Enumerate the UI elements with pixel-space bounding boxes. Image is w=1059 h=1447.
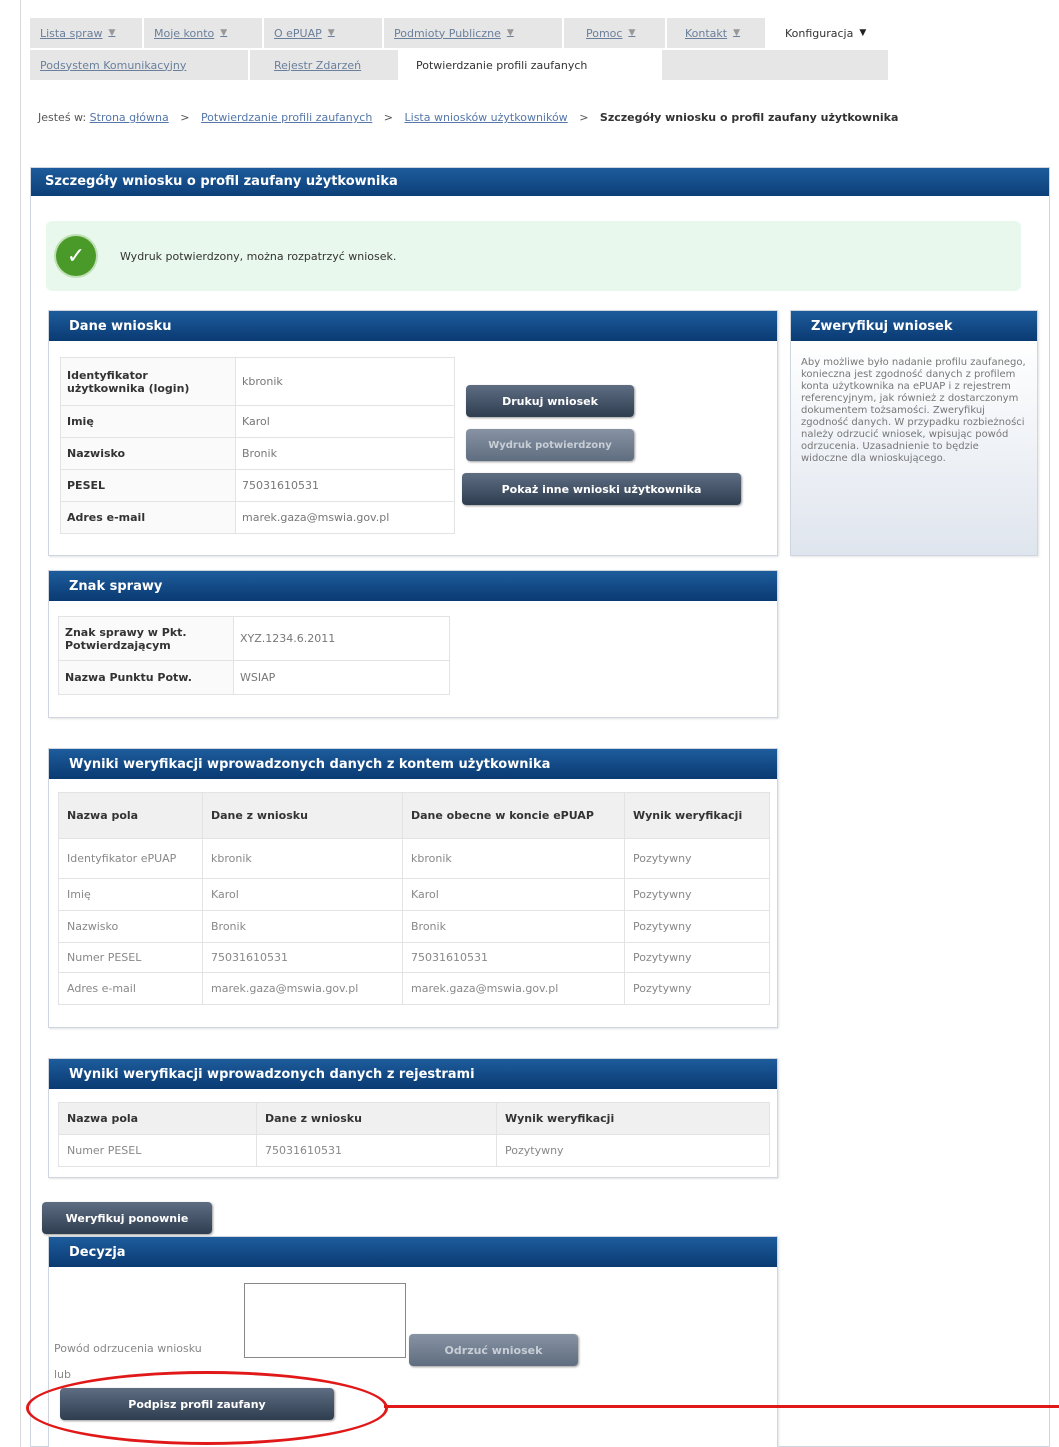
success-alert: ✓ Wydruk potwierdzony, można rozpatrzyć …: [46, 221, 1021, 291]
breadcrumb-link-lista-wnioskow[interactable]: Lista wniosków użytkowników: [405, 111, 568, 124]
table-header-row: Nazwa pola Dane z wniosku Wynik weryfika…: [58, 1102, 770, 1135]
subnav-tab-rejestr[interactable]: Rejestr Zdarzeń: [250, 50, 400, 80]
table-row: Nazwa Punktu Potw. WSIAP: [58, 660, 450, 695]
table-row: PESEL 75031610531: [60, 469, 455, 502]
breadcrumb-current: Szczegóły wniosku o profil zaufany użytk…: [599, 111, 899, 124]
znak-sprawy-panel: Znak sprawy Znak sprawy w Pkt. Potwierdz…: [48, 570, 778, 718]
table-row: Identyfikator ePUAP kbronik kbronik Pozytyw…: [58, 838, 770, 879]
decision-title: Decyzja: [49, 1237, 777, 1267]
nav-tab-lista-spraw[interactable]: Lista spraw ▼: [30, 18, 144, 48]
dane-wniosku-panel: Dane wniosku Identyfikator użytkownika (…: [48, 310, 778, 556]
nav-tab-kontakt[interactable]: Kontakt ▼: [667, 18, 767, 48]
sub-nav: Podsystem Komunikacyjny Rejestr Zdarzeń …: [30, 50, 890, 80]
print-request-button[interactable]: Drukuj wniosek: [466, 385, 634, 417]
table-row: Imię Karol Karol Pozytywny: [58, 878, 770, 911]
subnav-filler: [662, 50, 890, 80]
table-row: Nazwisko Bronik Bronik Pozytywny: [58, 910, 770, 943]
breadcrumb: Jesteś w: Strona główna > Potwierdzanie …: [38, 111, 899, 124]
table-row: Numer PESEL 75031610531 Pozytywny: [58, 1134, 770, 1167]
registry-verification-table: Nazwa pola Dane z wniosku Wynik weryfika…: [58, 1102, 770, 1167]
show-other-requests-button[interactable]: Pokaż inne wnioski użytkownika: [462, 473, 741, 505]
chevron-down-icon: ▼: [108, 28, 116, 38]
registry-verification-title: Wyniki weryfikacji wprowadzonych danych …: [49, 1059, 777, 1089]
subnav-tab-podsystem[interactable]: Podsystem Komunikacyjny: [30, 50, 250, 80]
table-row: Znak sprawy w Pkt. Potwierdzającym XYZ.12…: [58, 616, 450, 661]
znak-sprawy-title: Znak sprawy: [49, 571, 777, 601]
chevron-down-icon: ▼: [506, 28, 514, 38]
account-verification-title: Wyniki weryfikacji wprowadzonych danych …: [49, 749, 777, 779]
or-label: lub: [54, 1368, 72, 1381]
znak-sprawy-table: Znak sprawy w Pkt. Potwierdzającym XYZ.12…: [58, 616, 450, 695]
account-verification-panel: Wyniki weryfikacji wprowadzonych danych …: [48, 748, 778, 1028]
chevron-down-icon: ▼: [628, 28, 636, 38]
reject-request-button[interactable]: Odrzuć wniosek: [409, 1334, 578, 1366]
check-icon: ✓: [56, 236, 96, 276]
nav-tab-pomoc[interactable]: Pomoc ▼: [564, 18, 667, 48]
dane-wniosku-table: Identyfikator użytkownika (login) kbronik…: [60, 357, 455, 534]
table-row: Adres e-mail marek.gaza@mswia.gov.pl: [60, 501, 455, 534]
verify-sidebar: Zweryfikuj wniosek Aby możliwe było nada…: [790, 310, 1038, 556]
nav-tab-o-epuap[interactable]: O ePUAP ▼: [264, 18, 384, 48]
verify-again-button[interactable]: Weryfikuj ponownie: [42, 1202, 212, 1234]
reject-reason-input[interactable]: [244, 1283, 406, 1358]
nav-tab-podmioty-publiczne[interactable]: Podmioty Publiczne ▼: [384, 18, 564, 48]
breadcrumb-link-potwierdzanie[interactable]: Potwierdzanie profili zaufanych: [201, 111, 372, 124]
chevron-down-icon: ▼: [327, 28, 335, 38]
chevron-down-icon: ▼: [220, 28, 228, 38]
dane-wniosku-title: Dane wniosku: [49, 311, 777, 341]
left-border: [20, 0, 21, 1447]
verify-sidebar-title: Zweryfikuj wniosek: [791, 311, 1037, 341]
table-row: Nazwisko Bronik: [60, 437, 455, 470]
verify-sidebar-text: Aby możliwe było nadanie profilu zaufane…: [791, 341, 1037, 555]
page: Lista spraw ▼ Moje konto ▼ O ePUAP ▼ Podmio…: [0, 0, 1059, 1447]
annotation-line: [384, 1405, 1059, 1408]
main-nav: Lista spraw ▼ Moje konto ▼ O ePUAP ▼ Podmio…: [30, 18, 897, 48]
page-title: Szczegóły wniosku o profil zaufany użytk…: [31, 168, 1049, 196]
chevron-down-icon: ▼: [733, 28, 741, 38]
breadcrumb-link-home[interactable]: Strona główna: [90, 111, 169, 124]
account-verification-table: Nazwa pola Dane z wniosku Dane obecne w …: [58, 792, 770, 1005]
nav-tab-moje-konto[interactable]: Moje konto ▼: [144, 18, 264, 48]
table-row: Imię Karol: [60, 405, 455, 438]
annotation-ellipse: [26, 1371, 388, 1445]
table-header-row: Nazwa pola Dane z wniosku Dane obecne w …: [58, 792, 770, 839]
registry-verification-panel: Wyniki weryfikacji wprowadzonych danych …: [48, 1058, 778, 1178]
subnav-tab-potwierdzanie[interactable]: Potwierdzanie profili zaufanych: [400, 50, 662, 80]
reject-reason-label: Powód odrzucenia wniosku: [54, 1342, 202, 1355]
chevron-down-icon: ▼: [859, 28, 867, 38]
table-row: Identyfikator użytkownika (login) kbronik: [60, 357, 455, 406]
table-row: Numer PESEL 75031610531 75031610531 Pozytyw…: [58, 942, 770, 973]
table-row: Adres e-mail marek.gaza@mswia.gov.pl marek…: [58, 972, 770, 1005]
alert-text: Wydruk potwierdzony, można rozpatrzyć wn…: [120, 249, 397, 263]
nav-tab-konfiguracja[interactable]: Konfiguracja ▼: [767, 18, 897, 48]
printout-confirmed-button[interactable]: Wydruk potwierdzony: [466, 429, 634, 461]
